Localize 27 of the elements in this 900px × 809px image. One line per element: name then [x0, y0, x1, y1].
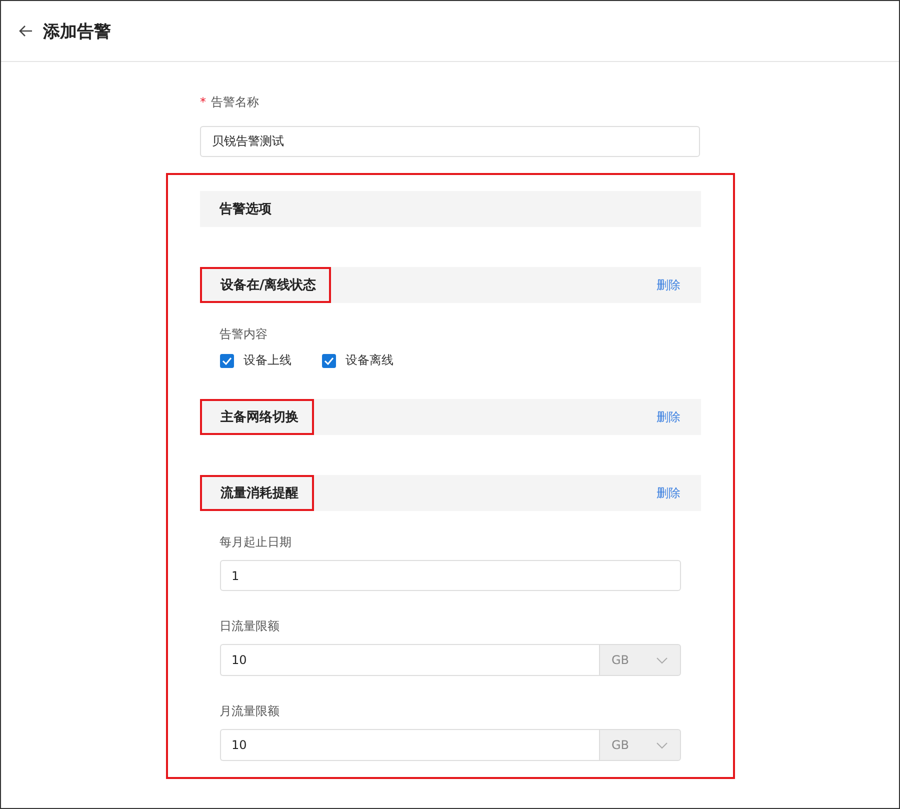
required-mark: * — [200, 95, 206, 109]
delete-link[interactable]: 删除 — [656, 484, 680, 502]
checkbox-label: 设备离线 — [346, 352, 394, 369]
delete-link[interactable]: 删除 — [656, 408, 680, 426]
input-field[interactable]: 10 — [220, 644, 598, 676]
section-header: 告警选项 — [200, 191, 700, 227]
section-title: 流量消耗提醒 — [200, 475, 314, 511]
delete-link[interactable]: 删除 — [656, 276, 680, 294]
field-label: 告警内容 — [220, 327, 268, 341]
section-title: 主备网络切换 — [200, 399, 314, 435]
unit-select[interactable]: GB — [598, 729, 680, 761]
input-field[interactable]: 贝锐告警测试 — [200, 126, 700, 157]
checkbox[interactable] — [322, 354, 336, 368]
checkbox[interactable] — [220, 354, 234, 368]
field-label: 每月起止日期 — [220, 535, 292, 549]
checkbox-label: 设备上线 — [244, 352, 292, 369]
field-label: 告警名称 — [211, 94, 259, 110]
field-label: 月流量限额 — [220, 704, 280, 718]
page-title: 添加告警 — [43, 20, 111, 42]
chevron-down-icon — [656, 656, 668, 664]
input-field[interactable]: 1 — [220, 560, 680, 591]
input-field[interactable]: 10 — [220, 729, 598, 761]
section-title: 设备在/离线状态 — [200, 267, 332, 303]
unit-select[interactable]: GB — [598, 644, 680, 676]
chevron-down-icon — [656, 742, 668, 748]
field-label: 日流量限额 — [220, 619, 280, 633]
back-icon[interactable] — [19, 25, 33, 37]
